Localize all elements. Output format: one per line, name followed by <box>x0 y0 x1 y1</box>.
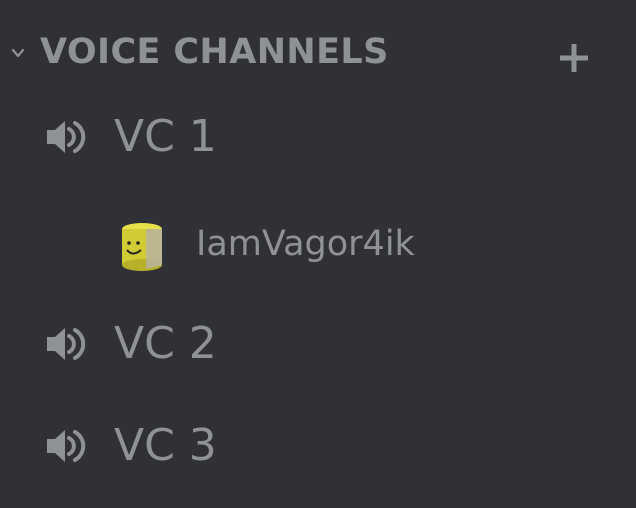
chevron-down-icon <box>11 48 25 58</box>
speaker-icon <box>47 121 86 153</box>
speaker-icon <box>47 328 86 360</box>
voice-channel-vc1[interactable]: VC 1 <box>0 102 636 172</box>
channel-name: VC 2 <box>114 318 217 369</box>
avatar[interactable] <box>116 219 168 275</box>
add-channel-button[interactable] <box>552 36 596 80</box>
channel-name: VC 1 <box>114 111 217 162</box>
voice-user-name: IamVagor4ik <box>196 224 415 264</box>
voice-channel-vc3[interactable]: VC 3 <box>0 411 636 481</box>
voice-user-item[interactable]: IamVagor4ik <box>0 212 636 278</box>
channel-name: VC 3 <box>114 420 217 471</box>
channel-list-panel: VOICE CHANNELS VC 1 IamVagor4ik VC 2 VC … <box>0 0 636 508</box>
voice-channel-vc2[interactable]: VC 2 <box>0 309 636 379</box>
category-title: VOICE CHANNELS <box>40 32 389 72</box>
speaker-icon <box>47 430 86 462</box>
voice-channels-category[interactable]: VOICE CHANNELS <box>0 22 636 82</box>
